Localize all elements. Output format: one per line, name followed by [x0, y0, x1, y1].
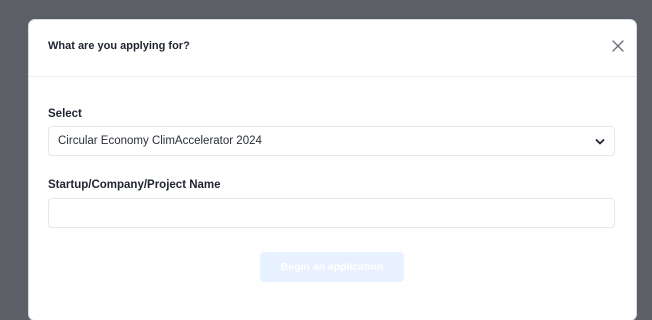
- begin-application-button[interactable]: Begin an application: [260, 252, 404, 282]
- program-select-value: Circular Economy ClimAccelerator 2024: [58, 135, 262, 147]
- close-button[interactable]: [610, 38, 626, 54]
- application-dialog: What are you applying for? Select Circul…: [29, 20, 636, 320]
- close-icon: [612, 40, 624, 52]
- dialog-title: What are you applying for?: [48, 40, 190, 52]
- chevron-down-icon: [595, 139, 605, 145]
- project-name-label: Startup/Company/Project Name: [48, 179, 221, 191]
- project-name-input[interactable]: [48, 198, 615, 228]
- dialog-header: What are you applying for?: [29, 20, 636, 77]
- select-label: Select: [48, 108, 82, 120]
- program-select[interactable]: Circular Economy ClimAccelerator 2024: [48, 126, 615, 156]
